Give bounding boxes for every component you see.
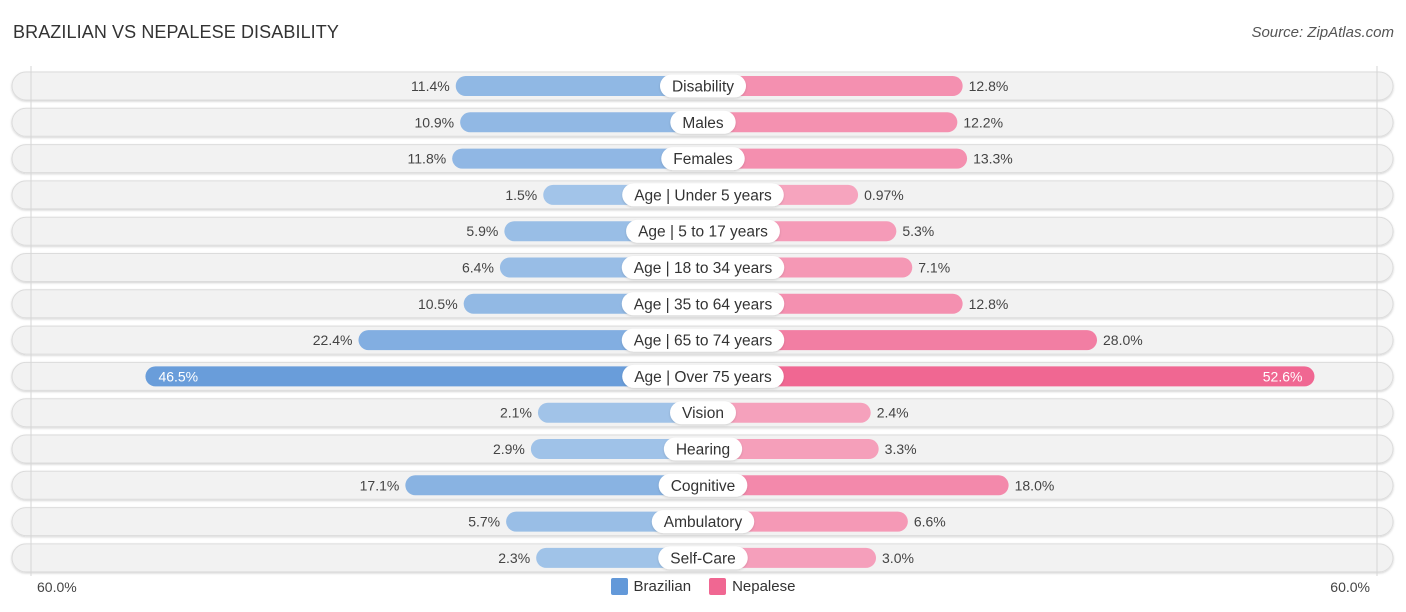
category-label: Age | 35 to 64 years [634,296,773,313]
category-label: Ambulatory [664,514,743,531]
value-label-brazilian: 6.4% [462,260,494,276]
value-label-brazilian: 1.5% [505,187,537,203]
bar-row: 1.5% 0.97% Age | Under 5 years [505,183,904,207]
bar-row: 22.4% 28.0% Age | 65 to 74 years [313,328,1143,352]
bar-row: 5.7% 6.6% Ambulatory [468,510,946,534]
value-label-brazilian: 46.5% [158,368,198,384]
value-label-nepalese: 28.0% [1103,332,1143,348]
legend-swatch-brazilian [610,578,628,595]
bar-nepalese[interactable] [703,366,1315,387]
value-label-nepalese: 12.8% [969,296,1009,312]
value-label-nepalese: 0.97% [864,187,904,203]
bar-brazilian[interactable] [145,366,703,387]
value-label-brazilian: 5.7% [468,514,500,530]
category-label: Age | Under 5 years [634,187,772,204]
bar-brazilian[interactable] [405,475,703,496]
category-label: Cognitive [671,478,736,495]
bar-row: 2.9% 3.3% Hearing [493,437,917,461]
value-label-brazilian: 5.9% [466,223,498,239]
bar-nepalese[interactable] [703,112,958,133]
value-label-nepalese: 3.3% [885,441,917,457]
value-label-nepalese: 2.4% [877,405,909,421]
value-label-brazilian: 2.3% [498,550,530,566]
category-label: Disability [672,79,734,96]
category-label: Age | 65 to 74 years [634,333,773,350]
value-label-brazilian: 11.8% [408,151,447,167]
bar-row: 10.9% 12.2% Males [414,110,1003,134]
value-label-nepalese: 52.6% [1263,368,1303,384]
bar-row: 46.5% 52.6% Age | Over 75 years [145,364,1315,388]
value-label-nepalese: 12.8% [969,78,1009,94]
legend-label-brazilian: Brazilian [633,578,692,595]
legend-item-nepalese[interactable]: Nepalese [709,578,795,595]
bar-row: 5.9% 5.3% Age | 5 to 17 years [466,219,934,243]
value-label-brazilian: 17.1% [360,477,400,493]
legend: Brazilian Nepalese [0,578,1406,595]
value-label-nepalese: 12.2% [963,114,1003,130]
category-label: Age | 5 to 17 years [638,224,768,241]
value-label-brazilian: 10.5% [418,296,458,312]
value-label-brazilian: 11.4% [411,78,450,94]
bar-row: 17.1% 18.0% Cognitive [360,473,1055,497]
bar-row: 2.3% 3.0% Self-Care [498,546,914,570]
category-label: Females [673,151,733,168]
legend-label-nepalese: Nepalese [732,578,796,595]
bar-row: 6.4% 7.1% Age | 18 to 34 years [462,256,950,279]
value-label-brazilian: 2.9% [493,441,525,457]
value-label-brazilian: 10.9% [414,114,454,130]
bar-nepalese[interactable] [703,475,1009,496]
value-label-nepalese: 7.1% [918,260,950,276]
category-label: Males [682,115,724,132]
value-label-nepalese: 13.3% [973,151,1013,167]
value-label-brazilian: 22.4% [313,332,353,348]
category-label: Hearing [676,442,730,459]
category-label: Self-Care [670,550,735,567]
value-label-nepalese: 18.0% [1015,477,1055,493]
legend-swatch-nepalese [709,578,727,595]
bar-row: 2.1% 2.4% Vision [500,401,909,425]
legend-item-brazilian[interactable]: Brazilian [610,578,692,595]
category-label: Age | 18 to 34 years [634,260,773,277]
category-label: Age | Over 75 years [634,369,772,386]
category-label: Vision [682,405,724,422]
value-label-nepalese: 6.6% [914,514,946,530]
bar-brazilian[interactable] [460,112,703,133]
bar-row: 10.5% 12.8% Age | 35 to 64 years [418,292,1009,316]
value-label-nepalese: 3.0% [882,550,914,566]
value-label-brazilian: 2.1% [500,405,532,421]
diverging-bar-chart: 11.4% 12.8% Disability 10.9% 12.2% Males 11.8%… [11,66,1394,576]
value-label-nepalese: 5.3% [902,223,934,239]
bar-row: 11.8% 13.3% Females [408,147,1013,171]
bar-row: 11.4% 12.8% Disability [411,74,1009,98]
